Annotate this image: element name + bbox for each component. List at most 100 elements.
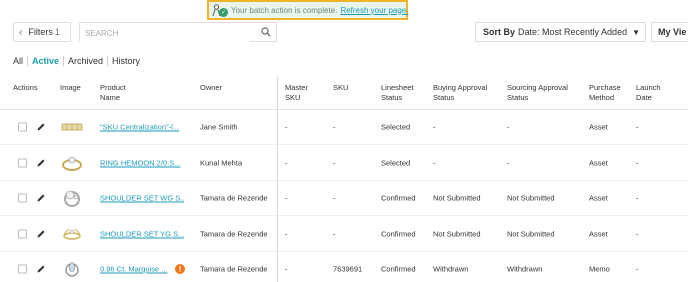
sort-value: Date: Most Recently Added [518, 27, 628, 37]
product-name-link[interactable]: SHOULDER SET YG S... [100, 229, 184, 238]
col-image: Image [60, 83, 81, 92]
buying-approval-cell: Not Submitted [433, 229, 481, 238]
filters-label: Filters [28, 27, 53, 37]
search-input[interactable] [80, 24, 250, 43]
tab-active[interactable]: Active [32, 56, 59, 66]
table-row: SHOULDER SET WG S... Tamara de Rezende - - C… [0, 181, 688, 216]
edit-pencil-icon[interactable] [36, 122, 46, 132]
edit-pencil-icon[interactable] [36, 264, 46, 274]
col-actions: Actions [13, 83, 38, 92]
buying-approval-cell: - [433, 122, 436, 132]
sourcing-approval-cell: Withdrawn [507, 264, 543, 274]
linesheet-status-cell: Confirmed [381, 193, 416, 203]
launch-date-cell: - [636, 158, 639, 167]
product-name-link[interactable]: RING HEMOON 2/0.S... [100, 158, 184, 167]
table-row: "SKU Centralization"-l... Jane Smith - - Sel… [0, 110, 688, 145]
sku-cell: - [333, 158, 336, 167]
diamond-ring-icon [64, 190, 80, 207]
linesheet-status-cell: Selected [381, 158, 411, 167]
sourcing-approval-cell: - [507, 158, 510, 167]
purchase-method-cell: Asset [589, 122, 608, 132]
row-checkbox[interactable] [18, 193, 27, 203]
row-checkbox[interactable] [18, 229, 27, 238]
refresh-page-link[interactable]: Refresh your page. [340, 6, 408, 15]
edit-pencil-icon[interactable] [36, 193, 46, 203]
edit-pencil-icon[interactable] [36, 158, 46, 168]
sourcing-approval-cell: Not Submitted [507, 193, 555, 203]
edit-pencil-icon[interactable] [36, 229, 46, 239]
batch-complete-banner: ✓ Your batch action is complete. Refresh… [207, 0, 408, 20]
bracelet-icon [61, 123, 83, 131]
tab-history[interactable]: History [112, 56, 140, 66]
master-sku-cell: - [285, 229, 288, 238]
my-views-dropdown[interactable]: My Vie [651, 22, 688, 42]
purchase-method-cell: Asset [589, 158, 608, 167]
owner-cell: Kunal Mehta [200, 158, 243, 167]
row-checkbox[interactable] [18, 264, 27, 274]
table-row: 0.96 Ct. Marquise ...! Tamara de Rezende -… [0, 252, 688, 282]
col-owner[interactable]: Owner [200, 83, 250, 93]
search-icon[interactable] [261, 27, 271, 37]
tab-all[interactable]: All [13, 56, 23, 66]
master-sku-cell: - [285, 193, 288, 203]
chevron-left-icon: ‹ [19, 26, 23, 38]
table-header: Actions Image Product Name Owner Master … [0, 78, 688, 110]
master-sku-cell: - [285, 158, 288, 167]
buying-approval-cell: Withdrawn [433, 264, 469, 274]
row-checkbox[interactable] [18, 158, 27, 167]
sourcing-approval-cell: - [507, 122, 510, 132]
tab-divider [107, 56, 109, 66]
launch-date-cell: - [636, 264, 639, 274]
col-product-name[interactable]: Product Name [100, 83, 145, 103]
owner-cell: Tamara de Rezende [200, 264, 268, 274]
views-label: My Vie [658, 27, 687, 37]
marquise-ring-icon [65, 262, 79, 277]
tab-divider [63, 56, 65, 66]
owner-cell: Jane Smith [200, 122, 238, 132]
col-buying-approval-status[interactable]: Buying Approval Status [433, 83, 501, 103]
search-box [79, 22, 277, 43]
sku-cell: 7639691 [333, 264, 363, 274]
master-sku-cell: - [285, 264, 288, 274]
sku-cell: - [333, 229, 336, 238]
sourcing-approval-cell: Not Submitted [507, 229, 555, 238]
check-circle-icon: ✓ [219, 7, 228, 17]
col-sku[interactable]: SKU [333, 83, 363, 93]
purchase-method-cell: Memo [589, 264, 610, 274]
linesheet-status-cell: Confirmed [381, 264, 416, 274]
filters-count: 1 [54, 27, 60, 37]
col-purchase-method[interactable]: Purchase Method [589, 83, 629, 103]
row-checkbox[interactable] [18, 122, 27, 132]
caret-down-icon: ▼ [632, 27, 640, 37]
tab-archived[interactable]: Archived [68, 56, 103, 66]
table-row: RING HEMOON 2/0.S... Kunal Mehta - - Selecte… [0, 146, 688, 181]
status-tabs: All Active Archived History [13, 56, 140, 66]
col-linesheet-status[interactable]: Linesheet Status [381, 83, 426, 103]
product-name-link[interactable]: 0.96 Ct. Marquise ... [100, 265, 184, 274]
owner-cell: Tamara de Rezende [200, 193, 268, 203]
col-launch-date[interactable]: Launch Date [636, 83, 676, 103]
banner-message: Your batch action is complete. [231, 5, 338, 15]
gold-ring-icon [63, 228, 81, 240]
col-master-sku[interactable]: Master SKU [285, 83, 321, 103]
sku-cell: - [333, 193, 336, 203]
product-name-link[interactable]: "SKU Centralization"-l... [100, 123, 184, 132]
sort-dropdown[interactable]: Sort By Date: Most Recently Added ▼ [475, 22, 646, 42]
table-row: SHOULDER SET YG S... Tamara de Rezende - - C… [0, 217, 688, 252]
banner-icons: ✓ [212, 3, 228, 17]
col-sourcing-approval-status[interactable]: Sourcing Approval Status [507, 83, 582, 103]
warning-icon[interactable]: ! [175, 264, 185, 274]
purchase-method-cell: Asset [589, 229, 608, 238]
buying-approval-cell: - [433, 158, 436, 167]
owner-cell: Tamara de Rezende [200, 229, 268, 238]
linesheet-status-cell: Selected [381, 122, 411, 132]
sku-cell: - [333, 122, 336, 132]
sort-prefix: Sort By [483, 27, 516, 37]
launch-date-cell: - [636, 229, 639, 238]
ring-icon [62, 156, 82, 171]
filters-button[interactable]: ‹ Filters 1 [13, 22, 71, 42]
launch-date-cell: - [636, 193, 639, 203]
buying-approval-cell: Not Submitted [433, 193, 481, 203]
product-name-link[interactable]: SHOULDER SET WG S... [100, 194, 184, 203]
linesheet-status-cell: Confirmed [381, 229, 416, 238]
